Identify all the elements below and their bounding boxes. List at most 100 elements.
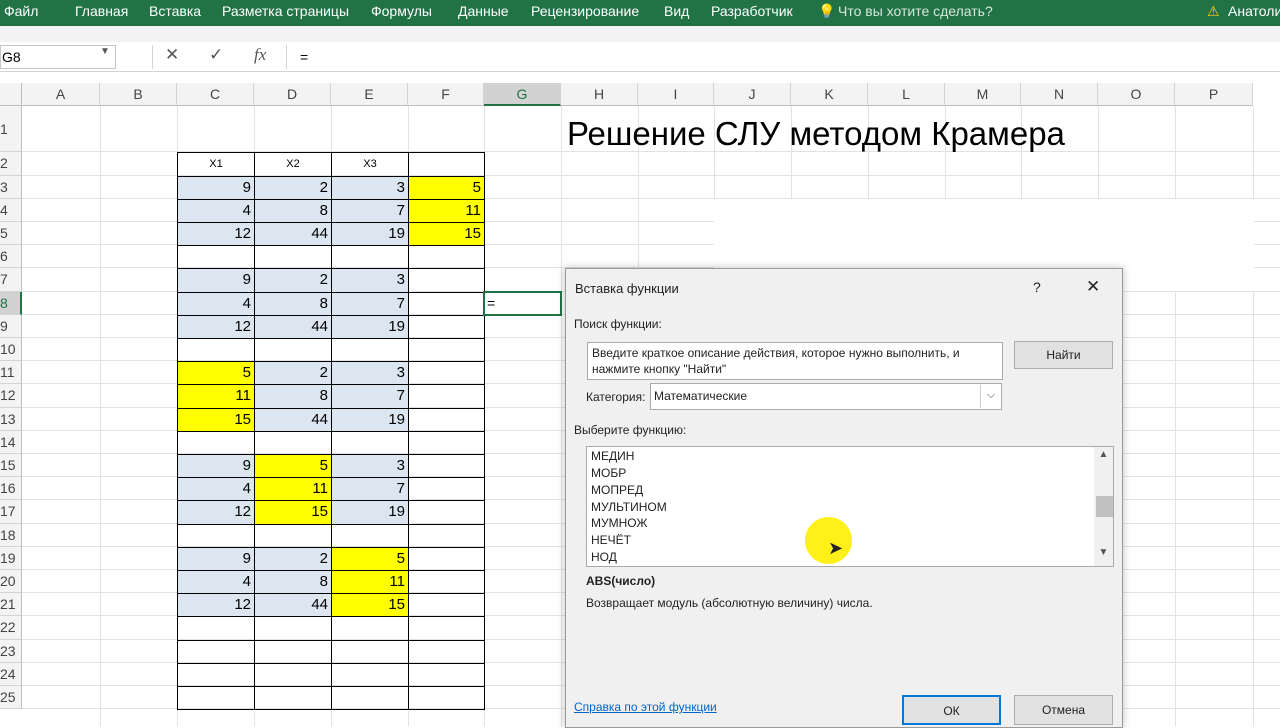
row-header-15[interactable]: 15 (0, 454, 22, 478)
table-cell[interactable]: 15 (177, 407, 255, 432)
find-button[interactable]: Найти (1014, 341, 1113, 369)
table-cell[interactable] (408, 593, 485, 618)
table-cell[interactable] (408, 570, 485, 595)
table-cell[interactable] (408, 291, 485, 316)
table-cell[interactable] (254, 245, 332, 270)
formula-input[interactable]: = (300, 49, 308, 65)
table-cell[interactable] (408, 430, 485, 455)
table-cell[interactable]: 15 (254, 500, 332, 525)
table-cell[interactable]: 15 (408, 222, 485, 247)
tab-data[interactable]: Данные (458, 3, 509, 19)
table-cell[interactable]: 2 (254, 175, 332, 200)
scroll-up-icon[interactable]: ▲ (1094, 449, 1113, 460)
insert-function-icon[interactable]: fx (254, 45, 266, 65)
column-header-k[interactable]: K (791, 83, 868, 106)
table-cell[interactable]: 9 (177, 268, 255, 293)
column-header-o[interactable]: O (1098, 83, 1175, 106)
table-cell[interactable]: 9 (177, 546, 255, 571)
table-cell[interactable]: 2 (254, 268, 332, 293)
chevron-down-icon[interactable]: ▼ (100, 46, 110, 57)
row-header-12[interactable]: 12 (0, 384, 22, 408)
row-header-21[interactable]: 21 (0, 593, 22, 617)
list-item[interactable]: МОБР (591, 465, 626, 481)
row-header-17[interactable]: 17 (0, 500, 22, 524)
row-header-8[interactable]: 8 (0, 291, 22, 315)
column-header-n[interactable]: N (1021, 83, 1098, 106)
table-cell[interactable] (177, 686, 255, 711)
table-cell[interactable] (408, 662, 485, 687)
table-cell[interactable] (177, 245, 255, 270)
table-cell[interactable]: 7 (331, 477, 409, 502)
table-cell[interactable]: 19 (331, 500, 409, 525)
table-cell[interactable]: X1 (177, 152, 255, 177)
table-cell[interactable] (331, 662, 409, 687)
row-header-9[interactable]: 9 (0, 314, 22, 338)
table-cell[interactable]: 8 (254, 198, 332, 223)
tab-home[interactable]: Главная (75, 3, 128, 19)
table-cell[interactable]: 3 (331, 454, 409, 479)
table-cell[interactable]: 7 (331, 198, 409, 223)
list-item[interactable]: МУМНОЖ (591, 515, 647, 531)
row-header-20[interactable]: 20 (0, 570, 22, 594)
tab-page-layout[interactable]: Разметка страницы (222, 3, 349, 19)
column-header-m[interactable]: M (945, 83, 1021, 106)
user-name[interactable]: Анатоли (1228, 3, 1280, 19)
table-cell[interactable] (408, 477, 485, 502)
column-header-l[interactable]: L (868, 83, 945, 106)
table-cell[interactable]: 5 (254, 454, 332, 479)
list-item[interactable]: НОД (591, 549, 617, 565)
table-cell[interactable]: 3 (331, 361, 409, 386)
table-cell[interactable]: 5 (331, 546, 409, 571)
help-link[interactable]: Справка по этой функции (574, 700, 717, 714)
table-cell[interactable] (177, 616, 255, 641)
close-icon[interactable]: ✕ (1086, 277, 1100, 297)
row-header-16[interactable]: 16 (0, 477, 22, 501)
table-cell[interactable]: 8 (254, 291, 332, 316)
table-cell[interactable]: 11 (408, 198, 485, 223)
row-header-6[interactable]: 6 (0, 245, 22, 269)
column-header-a[interactable]: A (22, 83, 100, 106)
row-header-14[interactable]: 14 (0, 430, 22, 454)
table-cell[interactable]: 2 (254, 546, 332, 571)
row-header-10[interactable]: 10 (0, 338, 22, 362)
table-cell[interactable]: 15 (331, 593, 409, 618)
table-cell[interactable]: 2 (254, 361, 332, 386)
table-cell[interactable]: 7 (331, 291, 409, 316)
column-header-e[interactable]: E (331, 83, 408, 106)
table-cell[interactable]: 4 (177, 477, 255, 502)
column-header-g[interactable]: G (484, 83, 561, 106)
column-header-b[interactable]: B (100, 83, 177, 106)
table-cell[interactable] (331, 245, 409, 270)
ok-button[interactable]: ОК (902, 695, 1001, 725)
list-item[interactable]: МЕДИН (591, 448, 634, 464)
table-cell[interactable]: 8 (254, 570, 332, 595)
row-header-11[interactable]: 11 (0, 361, 22, 385)
table-cell[interactable] (408, 268, 485, 293)
row-header-2[interactable]: 2 (0, 152, 22, 176)
row-header-25[interactable]: 25 (0, 686, 22, 710)
table-cell[interactable]: 12 (177, 222, 255, 247)
tab-file[interactable]: Файл (4, 3, 38, 19)
table-cell[interactable] (408, 523, 485, 548)
select-all-corner[interactable] (0, 83, 22, 106)
list-item[interactable]: НЕЧЁТ (591, 532, 631, 548)
row-header-23[interactable]: 23 (0, 639, 22, 663)
row-header-4[interactable]: 4 (0, 198, 22, 222)
table-cell[interactable]: 9 (177, 175, 255, 200)
table-cell[interactable]: 12 (177, 500, 255, 525)
search-function-input[interactable]: Введите краткое описание действия, котор… (587, 342, 1003, 380)
table-cell[interactable]: 7 (331, 384, 409, 409)
tab-insert[interactable]: Вставка (149, 3, 201, 19)
table-cell[interactable]: 44 (254, 222, 332, 247)
table-cell[interactable] (408, 500, 485, 525)
enter-icon[interactable]: ✓ (209, 45, 223, 65)
table-cell[interactable] (331, 686, 409, 711)
name-box[interactable]: G8 (0, 45, 116, 69)
chevron-down-icon[interactable]: ⌵ (980, 385, 1001, 408)
help-icon[interactable]: ? (1033, 279, 1041, 295)
table-cell[interactable]: 4 (177, 198, 255, 223)
table-cell[interactable]: 19 (331, 314, 409, 339)
table-cell[interactable] (408, 338, 485, 363)
table-cell[interactable] (408, 384, 485, 409)
tab-formulas[interactable]: Формулы (371, 3, 432, 19)
